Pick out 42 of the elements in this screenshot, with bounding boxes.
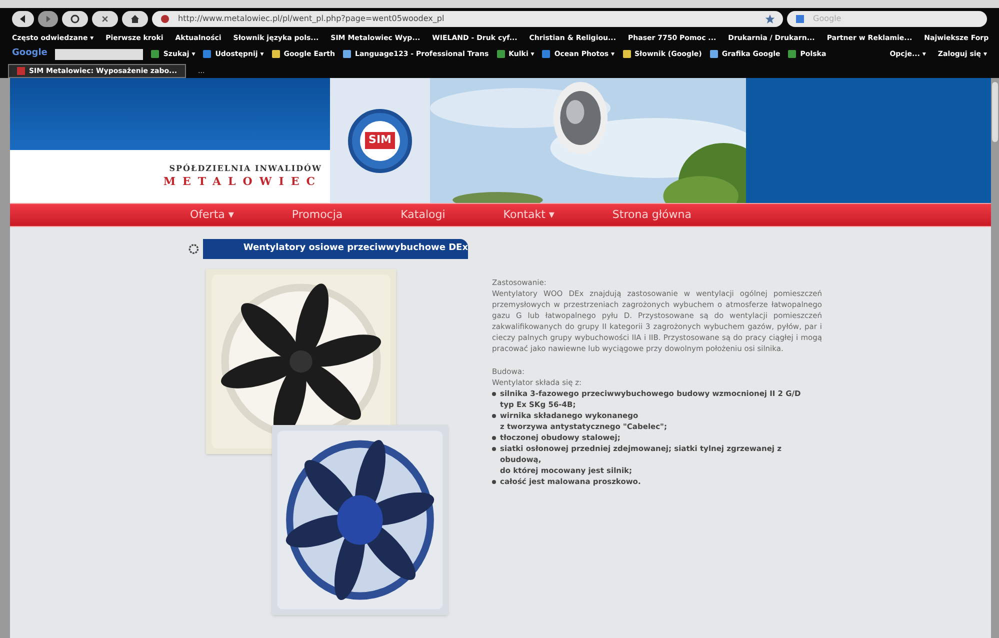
back-arrow-icon [18,14,28,24]
stop-icon [101,15,109,23]
logo-text: SIM [364,132,396,149]
nav-link[interactable]: Promocja [292,206,343,224]
nav-link[interactable]: Oferta ▾ [190,206,234,224]
back-button[interactable] [12,11,34,27]
home-button[interactable] [122,11,148,27]
toolbar-item-icon [788,50,796,58]
forward-button[interactable] [38,11,58,27]
nav-link[interactable]: Katalogi [400,206,446,224]
search-placeholder: Google [813,13,842,25]
bullet-icon [492,392,496,396]
forward-arrow-icon [44,15,52,23]
star-icon [765,14,775,24]
search-engine-icon [795,14,805,24]
stop-button[interactable] [92,11,118,27]
company-name: METALOWIEC [163,174,322,190]
toolbar-item-icon [710,50,718,58]
bullet-icon [492,447,496,451]
google-logo: Google [12,47,48,60]
toolbar-item-icon [203,50,212,58]
url-text: http://www.metalowiec.pl/pl/went_pl.php?page=went05woodex_pl [178,13,444,25]
toolbar-item-icon [496,50,505,58]
reload-button[interactable] [62,11,88,27]
home-icon [130,14,140,24]
site-icon [160,14,170,24]
nav-link[interactable]: Kontakt ▾ [503,206,554,224]
reload-icon [70,14,80,24]
toolbar-item-icon [622,50,631,58]
section-heading: Wentylatory osiowe przeciwwybuchowe DEx [203,239,468,259]
address-field[interactable]: http://www.metalowiec.pl/pl/went_pl.php?page=went05woodex_pl [152,11,783,27]
bullet-icon [492,436,496,440]
favicon-icon [17,67,25,75]
toolbar-item-icon [272,50,280,58]
nav-link[interactable]: Strona główna [612,206,692,224]
bullet-icon [492,480,496,484]
toolbar-item-icon [542,50,550,58]
toolbar-item-icon [342,50,351,58]
company-line: SPÓŁDZIELNIA INWALIDÓW [169,162,322,174]
toolbar-item-icon [151,50,160,58]
bullet-icon [492,414,496,418]
toolbar-search-field[interactable] [55,48,144,60]
